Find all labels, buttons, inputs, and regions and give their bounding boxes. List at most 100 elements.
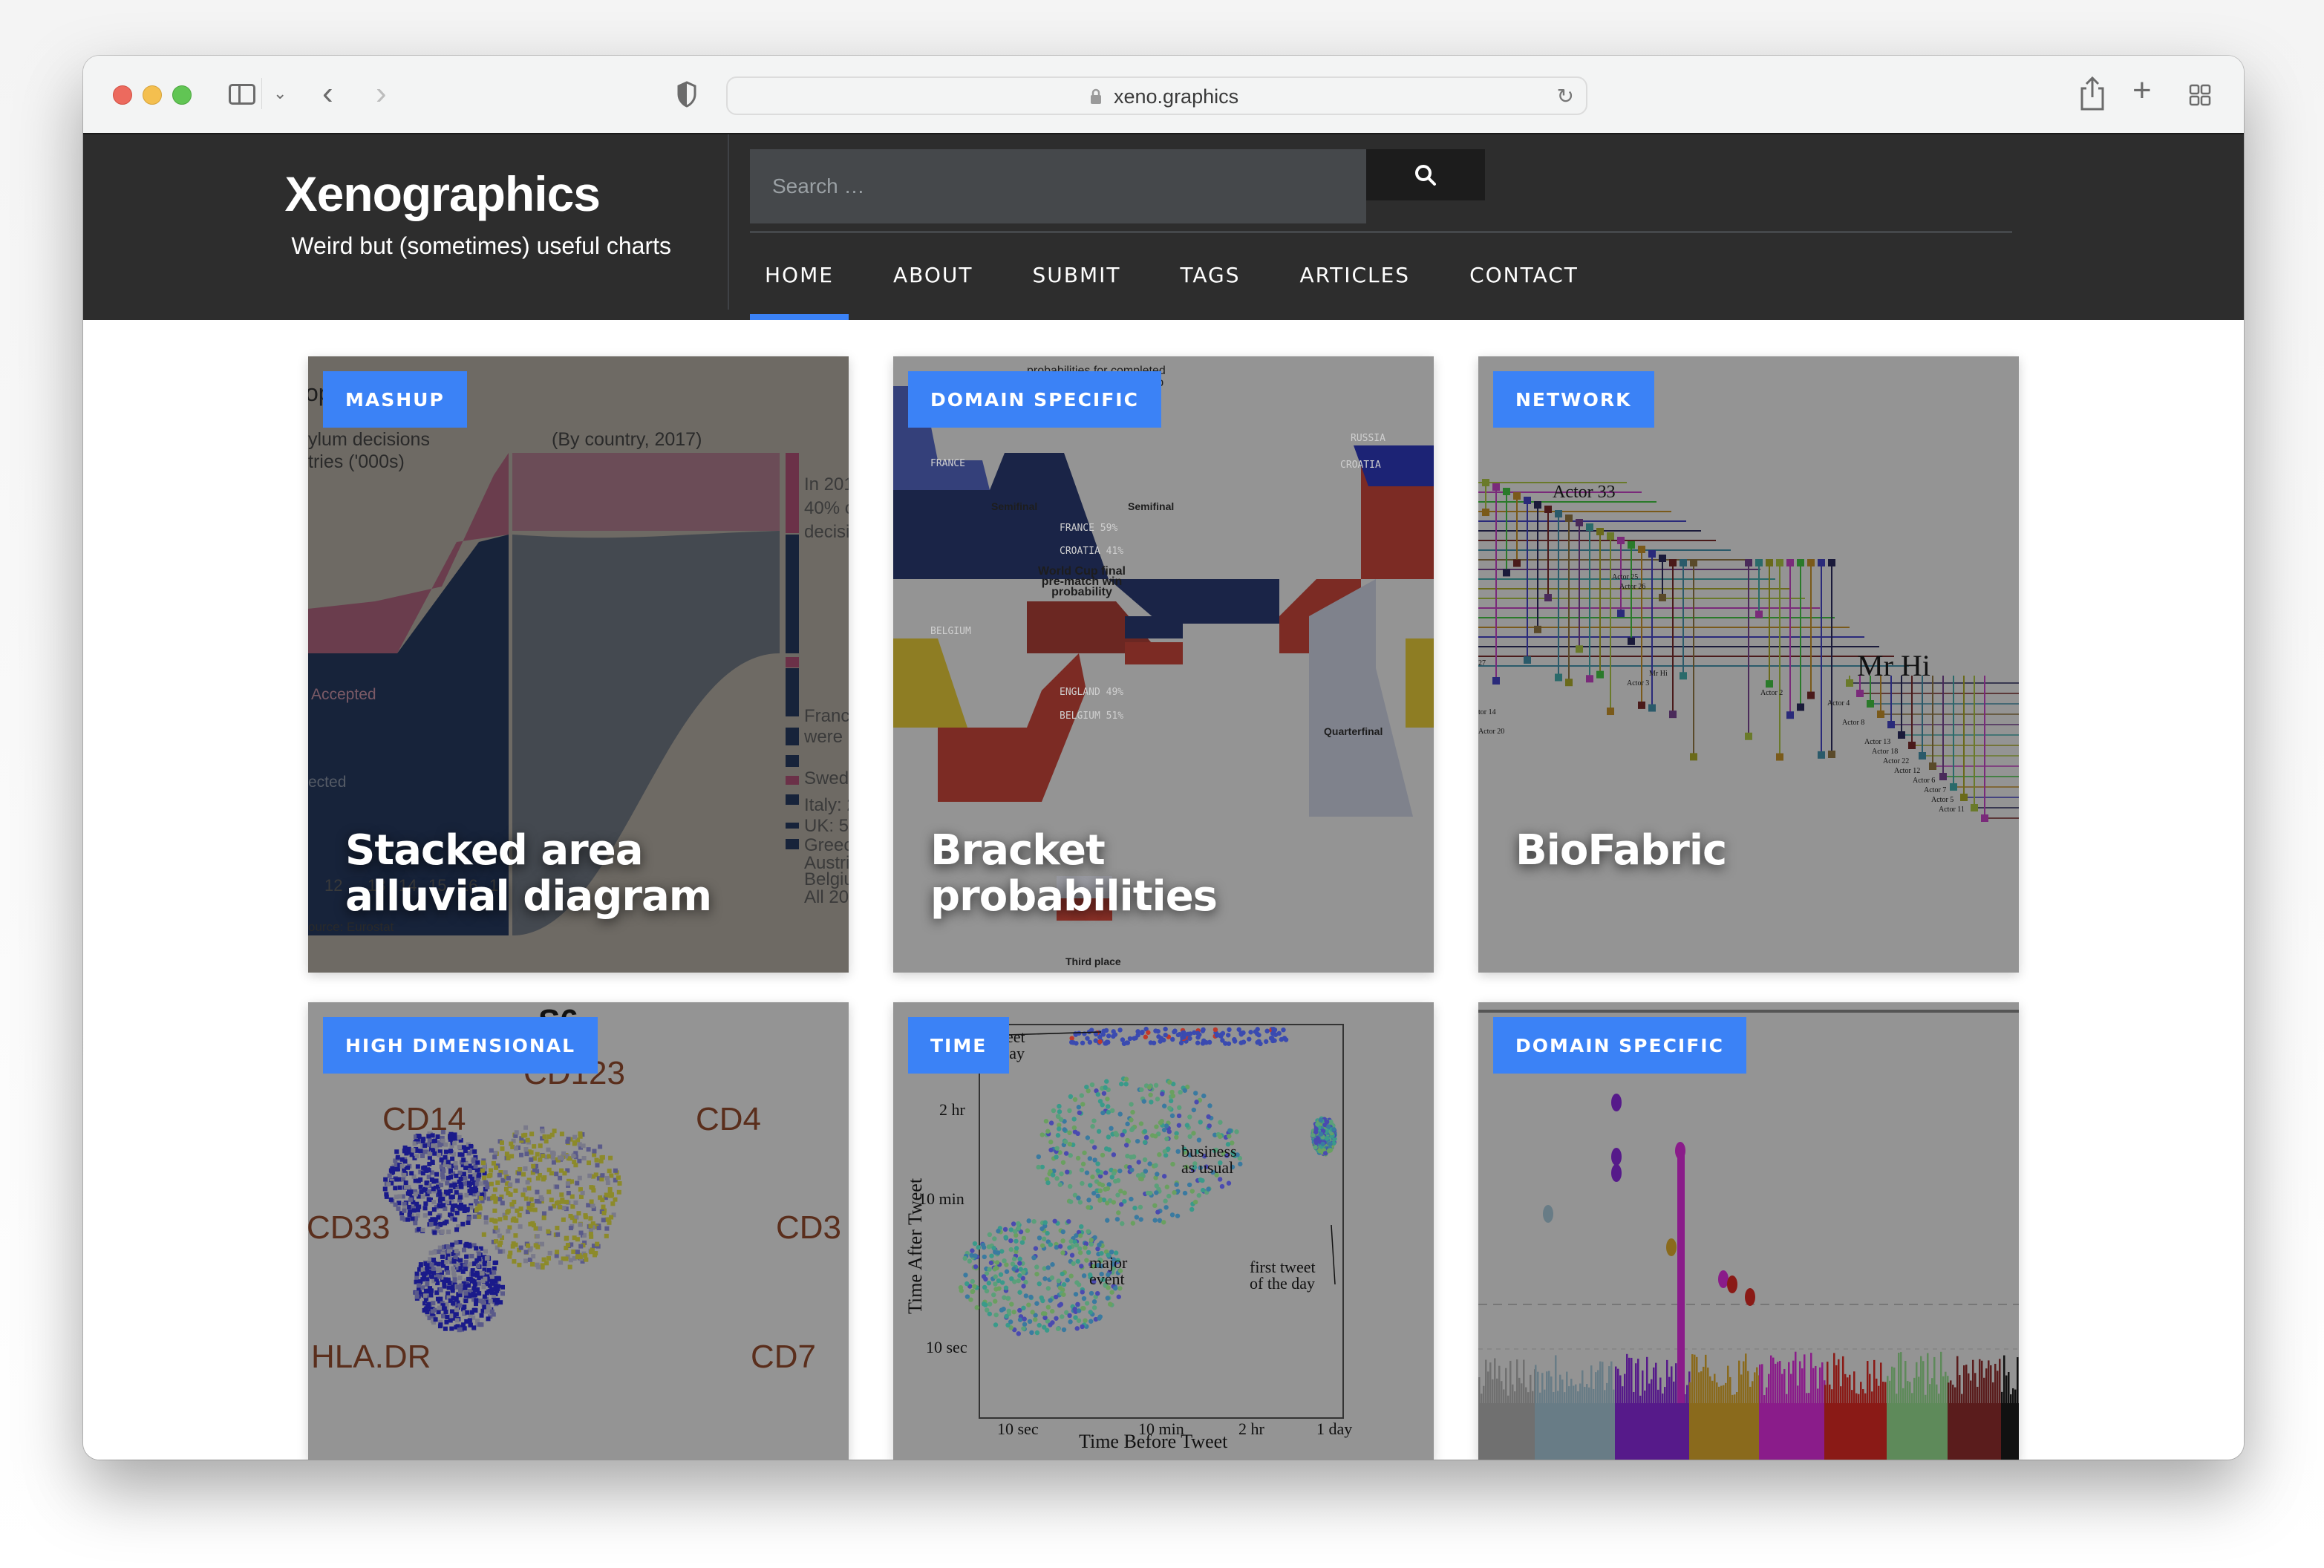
biofabric-node xyxy=(1607,532,1614,540)
forward-icon[interactable]: › xyxy=(376,75,387,112)
scatter-point xyxy=(1021,1270,1026,1275)
biofabric-node xyxy=(1807,691,1815,699)
manhattan-point xyxy=(2003,1355,2005,1403)
scatter-point xyxy=(1087,1039,1093,1045)
shield-icon[interactable] xyxy=(677,81,696,108)
scatter-point xyxy=(422,1143,428,1149)
biofabric-node xyxy=(1908,742,1916,749)
scatter-point xyxy=(1089,1139,1094,1144)
card-title[interactable]: Bracket probabilities xyxy=(930,828,1404,920)
biofabric-node xyxy=(1659,555,1666,562)
chart-card[interactable]: Time After Tweet Time Before Tweet 2 hr … xyxy=(893,1002,1434,1460)
scatter-point xyxy=(489,1309,494,1314)
scatter-point xyxy=(1055,1133,1061,1138)
scatter-point xyxy=(448,1183,454,1188)
back-icon[interactable]: ‹ xyxy=(322,75,333,112)
scatter-point xyxy=(1155,1209,1161,1215)
category-tag[interactable]: HIGH DIMENSIONAL xyxy=(323,1017,598,1074)
manhattan-point xyxy=(1530,1374,1532,1403)
biofabric-node xyxy=(1680,559,1687,566)
nav-articles[interactable]: ARTICLES xyxy=(1285,253,1426,298)
manhattan-point xyxy=(1541,1373,1544,1403)
manhattan-point xyxy=(1961,1394,1963,1403)
search-button[interactable] xyxy=(1366,149,1485,200)
share-icon[interactable] xyxy=(2077,75,2107,112)
scatter-point xyxy=(482,1294,487,1299)
scatter-point xyxy=(452,1182,457,1187)
scatter-point xyxy=(1057,1109,1063,1114)
chart-card[interactable]: DOMAIN SPECIFIC xyxy=(1478,1002,2019,1460)
scatter-point xyxy=(1068,1273,1074,1278)
chart-card[interactable]: Actor 25 Actor 26 Mr Hi Actor 3 Actor 2 Actor… xyxy=(1478,356,2019,973)
tab-overview-icon[interactable] xyxy=(2189,84,2211,106)
category-tag[interactable]: NETWORK xyxy=(1493,371,1654,428)
scatter-point xyxy=(430,1159,435,1164)
scatter-point xyxy=(425,1266,430,1271)
scatter-point xyxy=(472,1149,477,1154)
reload-icon[interactable]: ↻ xyxy=(1557,84,1574,108)
scatter-point xyxy=(1106,1033,1112,1039)
biofabric-node xyxy=(1503,488,1510,495)
nav-contact[interactable]: CONTACT xyxy=(1455,253,1593,298)
scatter-point xyxy=(1315,1122,1320,1127)
nav-about[interactable]: ABOUT xyxy=(878,253,988,298)
scatter-point xyxy=(1079,1093,1085,1098)
scatter-point xyxy=(1077,1233,1083,1238)
category-tag[interactable]: DOMAIN SPECIFIC xyxy=(908,371,1161,428)
category-tag[interactable]: MASHUP xyxy=(323,371,467,428)
chevron-down-icon[interactable]: ⌄ xyxy=(273,84,287,103)
scatter-point xyxy=(991,1292,996,1298)
scatter-point xyxy=(1253,1029,1259,1034)
scatter-point xyxy=(1079,1264,1084,1269)
scatter-point xyxy=(993,1298,998,1304)
scatter-point xyxy=(1022,1316,1027,1322)
scatter-point xyxy=(1226,1041,1232,1046)
nav-submit[interactable]: SUBMIT xyxy=(1017,253,1135,298)
manhattan-point xyxy=(1489,1362,1492,1403)
manhattan-point xyxy=(1931,1378,1933,1403)
scatter-point xyxy=(555,1184,560,1189)
manhattan-point xyxy=(1521,1383,1523,1403)
scatter-point xyxy=(1247,1036,1252,1042)
scatter-point xyxy=(1043,1118,1049,1124)
scatter-point xyxy=(1117,1028,1123,1033)
card-title[interactable]: BioFabric xyxy=(1515,828,1989,874)
close-window-button[interactable] xyxy=(113,85,132,105)
scatter-point xyxy=(1045,1304,1051,1310)
sidebar-icon[interactable] xyxy=(229,84,255,105)
scatter-point xyxy=(402,1172,407,1177)
manhattan-point xyxy=(1527,1392,1530,1403)
chart-card[interactable]: probabilities for completed veThirtyEigh… xyxy=(893,356,1434,973)
nav-tags[interactable]: TAGS xyxy=(1165,253,1255,298)
new-tab-icon[interactable]: + xyxy=(2132,72,2152,109)
scatter-point xyxy=(539,1197,544,1202)
biofabric-node xyxy=(1690,559,1697,566)
scatter-point xyxy=(478,1195,483,1200)
manhattan-point xyxy=(1698,1372,1700,1403)
chart-card[interactable]: op fail ylum decisions tries ('000s) (By… xyxy=(308,356,849,973)
address-bar[interactable]: xeno.graphics ↻ xyxy=(726,76,1587,115)
chart-card[interactable]: S6 CD123 CD14 CD4 CD33 CD3 HLA.DR CD7 HI… xyxy=(308,1002,849,1460)
scatter-point xyxy=(492,1260,497,1265)
manhattan-point xyxy=(1615,1366,1617,1403)
scatter-point xyxy=(1153,1134,1158,1139)
card-title[interactable]: Stacked area alluvial diagram xyxy=(345,828,819,920)
thumb-note: decision xyxy=(804,522,849,542)
manhattan-point xyxy=(1550,1376,1553,1403)
scatter-point xyxy=(1068,1199,1074,1204)
manhattan-point xyxy=(1950,1380,1952,1403)
manhattan-point xyxy=(1945,1371,1947,1403)
scatter-point xyxy=(1034,1264,1039,1270)
scatter-point xyxy=(1196,1192,1201,1198)
search-input[interactable]: Search … xyxy=(750,149,1366,223)
manhattan-point xyxy=(1810,1353,1812,1403)
scatter-point xyxy=(526,1186,532,1191)
category-tag[interactable]: DOMAIN SPECIFIC xyxy=(1493,1017,1746,1074)
minimize-window-button[interactable] xyxy=(143,85,162,105)
manhattan-point xyxy=(1595,1372,1597,1403)
zoom-window-button[interactable] xyxy=(172,85,192,105)
site-title[interactable]: Xenographics xyxy=(285,166,601,222)
category-tag[interactable]: TIME xyxy=(908,1017,1010,1074)
nav-home[interactable]: HOME xyxy=(750,253,849,320)
scatter-point xyxy=(600,1173,605,1178)
